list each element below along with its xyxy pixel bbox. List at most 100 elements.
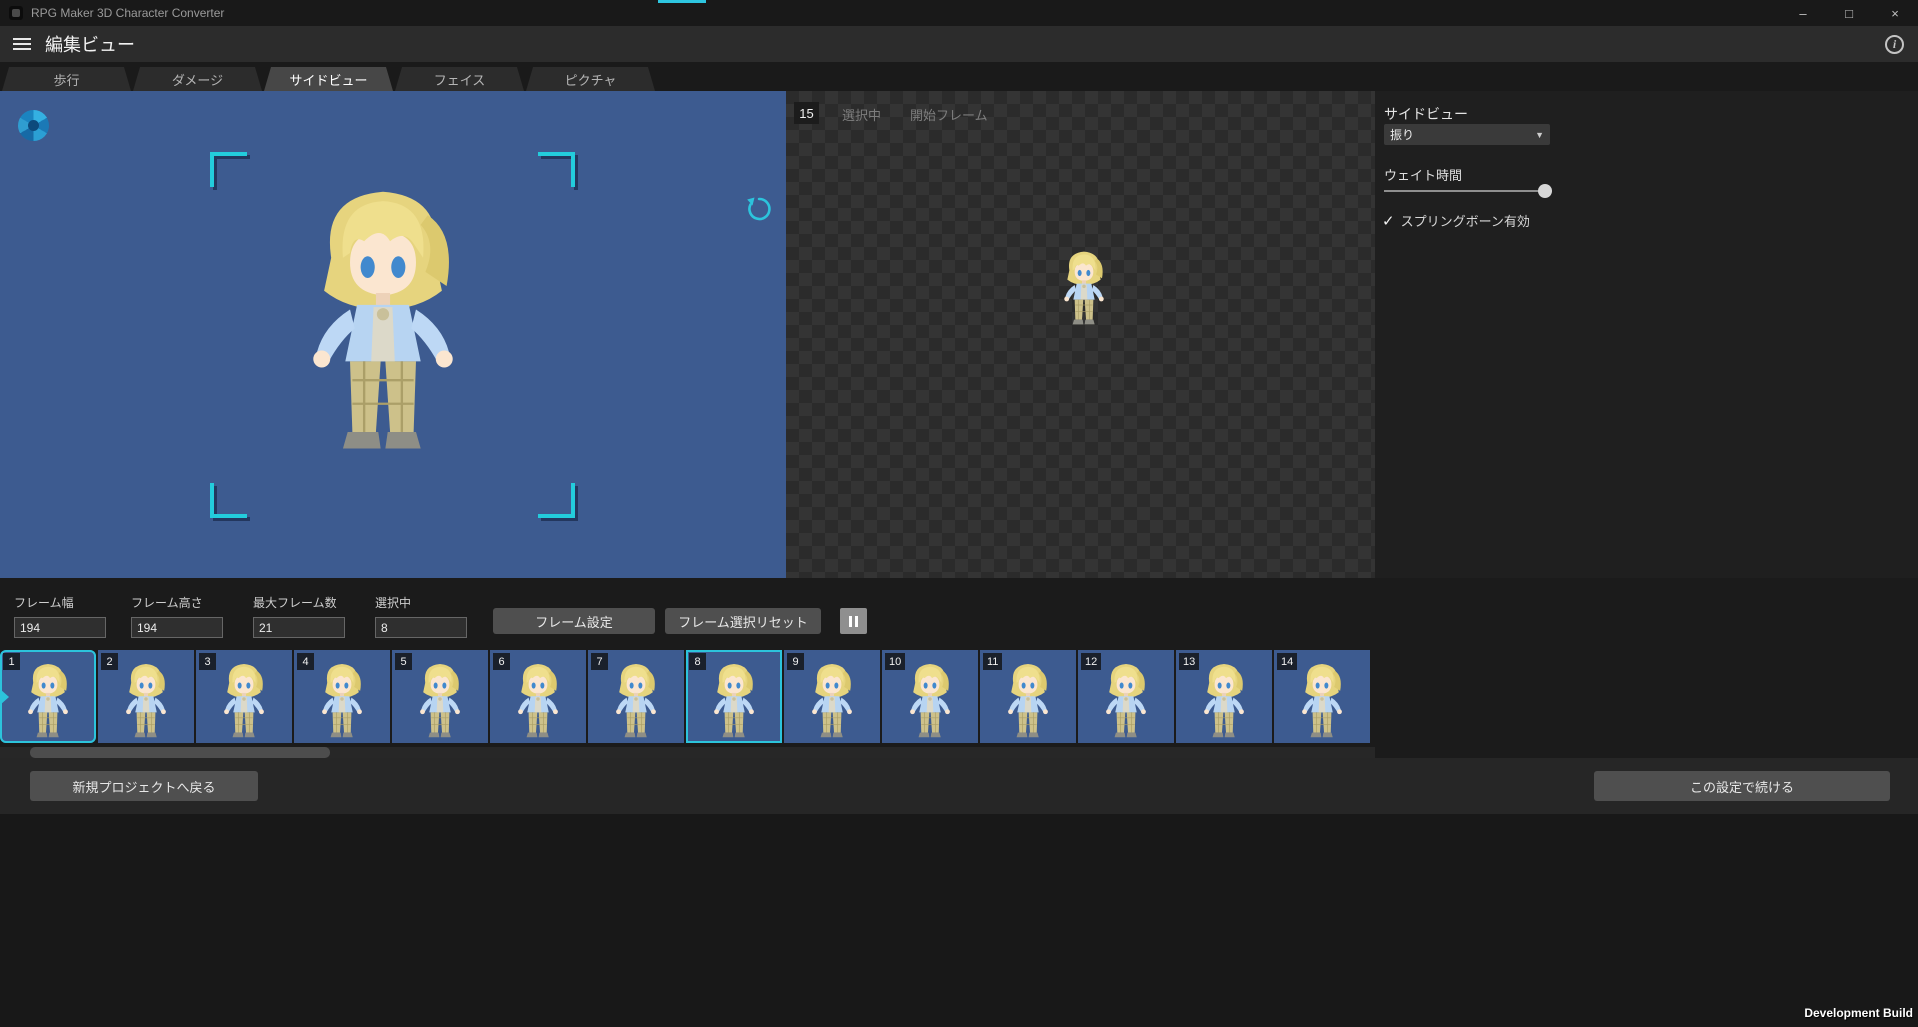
viewfinder-corner-bl — [210, 483, 247, 518]
frame-character-thumbnail — [213, 660, 275, 742]
selected-frame-label: 選択中 — [375, 594, 467, 611]
tabbar: 歩行 ダメージ サイドビュー フェイス ピクチャ — [0, 62, 1918, 91]
selected-frame-input[interactable] — [375, 617, 467, 638]
frame-character-thumbnail — [703, 660, 765, 742]
filmstrip-frame-13[interactable]: 13 — [1176, 650, 1272, 743]
filmstrip-frame-14[interactable]: 14 — [1274, 650, 1370, 743]
tab-damage[interactable]: ダメージ — [133, 67, 262, 91]
hamburger-menu-icon[interactable] — [13, 35, 31, 53]
chibi-character-graphic — [17, 660, 79, 742]
page-title: 編集ビュー — [45, 31, 135, 57]
window-controls: – □ × — [1780, 0, 1918, 26]
tab-picture[interactable]: ピクチャ — [526, 67, 655, 91]
chibi-character-graphic — [1193, 660, 1255, 742]
settings-sidebar: サイドビュー 振り ▼ ウェイト時間 ✓ スプリングボーン有効 — [1375, 91, 1918, 578]
playhead-marker-icon — [0, 689, 9, 705]
maximize-button[interactable]: □ — [1826, 0, 1872, 26]
filmstrip-frame-4[interactable]: 4 — [294, 650, 390, 743]
filmstrip-frame-10[interactable]: 10 — [882, 650, 978, 743]
character-preview-panel — [0, 91, 786, 578]
chibi-character-graphic — [703, 660, 765, 742]
start-frame-label[interactable]: 開始フレーム — [910, 105, 988, 124]
frame-character-thumbnail — [17, 660, 79, 742]
chibi-character-graphic — [507, 660, 569, 742]
frame-height-label: フレーム高さ — [131, 594, 223, 611]
springbone-label: スプリングボーン有効 — [1401, 211, 1530, 230]
filmstrip-frame-3[interactable]: 3 — [196, 650, 292, 743]
frame-character-thumbnail — [409, 660, 471, 742]
selected-state-label[interactable]: 選択中 — [842, 105, 881, 124]
camera-aperture-icon[interactable] — [18, 110, 49, 141]
field-frame-width: フレーム幅 — [14, 594, 106, 638]
character-model[interactable] — [277, 163, 489, 465]
chibi-character-graphic — [311, 660, 373, 742]
frame-width-label: フレーム幅 — [14, 594, 106, 611]
filmstrip-frame-7[interactable]: 7 — [588, 650, 684, 743]
top-accent-sliver — [658, 0, 706, 3]
filmstrip: 1 2 — [0, 650, 1375, 743]
frame-character-thumbnail — [1291, 660, 1353, 742]
app-header: 編集ビュー i — [0, 26, 1918, 62]
slider-knob[interactable] — [1538, 184, 1552, 198]
frame-character-thumbnail — [899, 660, 961, 742]
frame-character-thumbnail — [801, 660, 863, 742]
info-icon[interactable]: i — [1885, 35, 1904, 54]
chibi-character-graphic — [409, 660, 471, 742]
filmstrip-frame-6[interactable]: 6 — [490, 650, 586, 743]
filmstrip-frame-5[interactable]: 5 — [392, 650, 488, 743]
frame-editor-section: フレーム幅 フレーム高さ 最大フレーム数 選択中 フレーム設定 フレーム選択リセ… — [0, 578, 1918, 758]
frame-character-thumbnail — [311, 660, 373, 742]
max-frames-label: 最大フレーム数 — [253, 594, 345, 611]
filmstrip-frame-12[interactable]: 12 — [1078, 650, 1174, 743]
frame-width-input[interactable] — [14, 617, 106, 638]
filmstrip-frame-9[interactable]: 9 — [784, 650, 880, 743]
back-to-project-button[interactable]: 新規プロジェクトへ戻る — [30, 771, 258, 801]
chibi-character-graphic — [1054, 241, 1114, 329]
checkmark-icon: ✓ — [1382, 212, 1395, 230]
frame-character-thumbnail — [507, 660, 569, 742]
springbone-checkbox[interactable]: ✓ スプリングボーン有効 — [1382, 211, 1530, 230]
viewfinder-corner-tr — [538, 152, 575, 187]
frame-height-input[interactable] — [131, 617, 223, 638]
continue-button[interactable]: この設定で続ける — [1594, 771, 1890, 801]
app-icon — [9, 6, 23, 20]
chibi-character-graphic — [213, 660, 275, 742]
frame-set-button[interactable]: フレーム設定 — [493, 608, 655, 634]
field-selected-frame: 選択中 — [375, 594, 467, 638]
chibi-character-graphic — [115, 660, 177, 742]
pause-button[interactable] — [840, 608, 867, 634]
viewfinder-corner-br — [538, 483, 575, 518]
app-window: RPG Maker 3D Character Converter – □ × 編… — [0, 0, 1918, 1027]
field-max-frames: 最大フレーム数 — [253, 594, 345, 638]
frame-character-thumbnail — [605, 660, 667, 742]
slider-track — [1384, 190, 1552, 192]
close-button[interactable]: × — [1872, 0, 1918, 26]
filmstrip-frame-8[interactable]: 8 — [686, 650, 782, 743]
chibi-character-graphic — [277, 163, 489, 465]
tab-face[interactable]: フェイス — [395, 67, 524, 91]
chibi-character-graphic — [899, 660, 961, 742]
filmstrip-scrollbar[interactable] — [0, 747, 1375, 758]
spritesheet-panel: 15 選択中 開始フレーム — [786, 91, 1375, 578]
filmstrip-frame-11[interactable]: 11 — [980, 650, 1076, 743]
chibi-character-graphic — [1291, 660, 1353, 742]
minimize-button[interactable]: – — [1780, 0, 1826, 26]
wait-time-slider[interactable] — [1384, 183, 1552, 199]
viewfinder-corner-tl — [210, 152, 247, 187]
motion-dropdown[interactable]: 振り ▼ — [1384, 124, 1550, 145]
titlebar: RPG Maker 3D Character Converter – □ × — [0, 0, 1918, 26]
rotate-view-icon[interactable] — [744, 194, 774, 224]
filmstrip-frame-2[interactable]: 2 — [98, 650, 194, 743]
development-build-label: Development Build — [1804, 1006, 1913, 1020]
frame-reset-button[interactable]: フレーム選択リセット — [665, 608, 821, 634]
motion-dropdown-value: 振り — [1390, 126, 1535, 143]
tab-sideview[interactable]: サイドビュー — [264, 67, 393, 91]
max-frames-input[interactable] — [253, 617, 345, 638]
scrollbar-thumb[interactable] — [30, 747, 330, 758]
filmstrip-frame-1[interactable]: 1 — [0, 650, 96, 743]
chevron-down-icon: ▼ — [1535, 130, 1544, 140]
tab-walk[interactable]: 歩行 — [2, 67, 131, 91]
frame-count-badge: 15 — [794, 102, 819, 124]
footer-bar: 新規プロジェクトへ戻る この設定で続ける — [0, 758, 1918, 814]
chibi-character-graphic — [801, 660, 863, 742]
